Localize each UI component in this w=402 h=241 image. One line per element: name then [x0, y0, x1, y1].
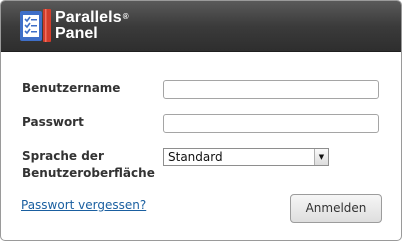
password-input[interactable]	[163, 114, 379, 133]
chevron-down-icon[interactable]: ▼	[314, 149, 328, 165]
brand-subtitle: Panel	[55, 25, 98, 42]
login-button[interactable]: Anmelden	[290, 194, 382, 223]
brand-title: Parallels®	[55, 9, 129, 26]
password-label: Passwort	[22, 115, 84, 129]
language-label-line2: Benutzeroberfläche	[22, 166, 155, 180]
forgot-password-link[interactable]: Passwort vergessen?	[21, 198, 146, 212]
username-label: Benutzername	[22, 81, 121, 95]
language-label: Sprache der Benutzeroberfläche	[22, 148, 155, 182]
login-panel: Parallels® Panel Benutzername Passwort S…	[0, 0, 402, 241]
language-label-line1: Sprache der	[22, 149, 104, 163]
brand-name: Parallels® Panel	[55, 10, 129, 42]
language-select-value: Standard	[168, 150, 223, 164]
username-input[interactable]	[163, 80, 379, 99]
language-select[interactable]: Standard ▼	[163, 148, 329, 166]
panel-header: Parallels® Panel	[1, 1, 401, 52]
parallels-logo-icon	[20, 9, 51, 42]
